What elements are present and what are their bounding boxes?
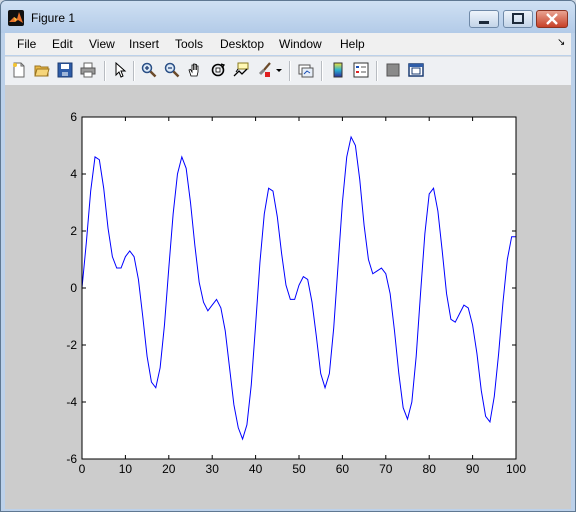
y-tick-label: 6 (70, 110, 77, 124)
data-cursor-icon[interactable] (233, 62, 249, 78)
x-tick-label: 100 (506, 462, 526, 476)
menu-view[interactable]: View (89, 37, 115, 51)
toolbar-separator (133, 61, 135, 81)
edit-plot-arrow-icon[interactable] (112, 61, 128, 78)
zoom-in-icon[interactable] (141, 62, 157, 78)
matlab-logo-icon (8, 10, 24, 26)
x-tick-label: 40 (249, 462, 263, 476)
y-tick-label: -4 (66, 395, 77, 409)
window-title: Figure 1 (31, 11, 76, 25)
menu-desktop[interactable]: Desktop (220, 37, 264, 51)
figure-toolbar (5, 56, 571, 86)
figure-window: Figure 1 File Edit View Insert Tools Des… (0, 0, 576, 512)
x-tick-label: 20 (162, 462, 176, 476)
toolbar-separator (376, 61, 378, 81)
close-icon (546, 13, 558, 25)
y-tick-label: 4 (70, 167, 77, 181)
plot-svg: 0 10 20 30 40 50 60 70 80 90 100 -6 -4 -2 0 2 4 6 (66, 110, 526, 476)
menu-help[interactable]: Help (340, 37, 365, 51)
x-tick-label: 60 (336, 462, 350, 476)
axes-background[interactable] (82, 117, 516, 459)
menu-window[interactable]: Window (279, 37, 322, 51)
y-tick-label: 2 (70, 224, 77, 238)
x-tick-label: 10 (119, 462, 133, 476)
y-tick-label: 0 (70, 281, 77, 295)
x-tick-label: 30 (206, 462, 220, 476)
x-tick-label: 0 (79, 462, 86, 476)
close-button[interactable] (536, 10, 568, 28)
colorbar-icon[interactable] (330, 62, 346, 78)
hide-plot-tools-icon[interactable] (385, 62, 401, 78)
new-figure-icon[interactable] (11, 62, 27, 78)
title-bar[interactable]: Figure 1 (1, 1, 575, 33)
x-tick-label: 70 (379, 462, 393, 476)
maximize-button[interactable] (503, 10, 533, 28)
x-tick-label: 90 (466, 462, 480, 476)
dock-figure-icon[interactable]: ↘ (557, 37, 565, 48)
brush-dropdown-icon[interactable] (275, 62, 283, 78)
figure-canvas[interactable]: 0 10 20 30 40 50 60 70 80 90 100 -6 -4 -2 0 2 4 6 (5, 85, 571, 509)
x-tick-label: 80 (423, 462, 437, 476)
pan-hand-icon[interactable] (187, 62, 203, 78)
minimize-button[interactable] (469, 10, 499, 28)
link-plot-icon[interactable] (298, 62, 314, 78)
y-tick-label: -2 (66, 338, 77, 352)
minimize-icon (479, 21, 489, 24)
maximize-icon (512, 13, 524, 24)
legend-icon[interactable] (353, 62, 369, 78)
toolbar-separator (321, 61, 323, 81)
toolbar-separator (104, 61, 106, 81)
menu-insert[interactable]: Insert (129, 37, 159, 51)
toolbar-separator (289, 61, 291, 81)
show-plot-tools-icon[interactable] (408, 62, 424, 78)
open-file-icon[interactable] (34, 62, 50, 78)
brush-icon[interactable] (256, 62, 272, 78)
menu-bar: File Edit View Insert Tools Desktop Wind… (5, 33, 571, 55)
menu-file[interactable]: File (17, 37, 36, 51)
save-icon[interactable] (57, 62, 73, 78)
rotate-3d-icon[interactable] (210, 62, 226, 78)
y-tick-label: -6 (66, 452, 77, 466)
menu-edit[interactable]: Edit (52, 37, 73, 51)
zoom-out-icon[interactable] (164, 62, 180, 78)
x-tick-label: 50 (292, 462, 306, 476)
menu-tools[interactable]: Tools (175, 37, 203, 51)
print-icon[interactable] (80, 62, 96, 78)
